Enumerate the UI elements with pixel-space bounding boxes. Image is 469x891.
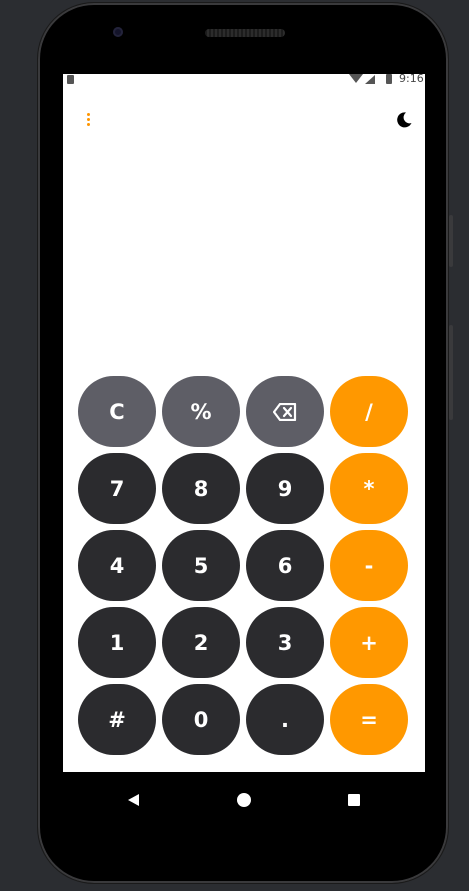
divide-button[interactable]: /	[330, 376, 408, 447]
digit-6-label: 6	[277, 553, 293, 578]
percent-label: %	[190, 399, 212, 424]
earpiece-speaker	[205, 29, 285, 37]
back-triangle-icon[interactable]	[128, 794, 139, 806]
digit-5-button[interactable]: 5	[162, 530, 240, 601]
moon-icon[interactable]	[395, 111, 413, 129]
status-bar: 9:16	[63, 74, 425, 86]
decimal-label: .	[281, 707, 289, 732]
digit-5-label: 5	[193, 553, 209, 578]
digit-0-label: 0	[193, 707, 209, 732]
digit-2-label: 2	[193, 630, 209, 655]
equals-button[interactable]: =	[330, 684, 408, 755]
expression-text	[79, 154, 409, 188]
digit-3-button[interactable]: 3	[246, 607, 324, 678]
recents-square-icon[interactable]	[348, 794, 360, 806]
digit-8-button[interactable]: 8	[162, 453, 240, 524]
signal-icon	[365, 75, 375, 84]
add-label: +	[360, 630, 378, 655]
battery-icon	[386, 74, 392, 84]
sim-icon	[67, 75, 74, 84]
front-camera	[113, 27, 123, 37]
digit-9-label: 9	[277, 476, 293, 501]
backspace-button[interactable]	[246, 376, 324, 447]
clear-label: C	[109, 399, 125, 424]
digit-7-button[interactable]: 7	[78, 453, 156, 524]
keypad: C% / 7 8 9 * 4 5 6 - 1 2 3 + #0. =	[78, 376, 410, 755]
digit-0-button[interactable]: 0	[162, 684, 240, 755]
digit-3-label: 3	[277, 630, 293, 655]
hash-label: #	[108, 707, 126, 732]
digit-4-label: 4	[109, 553, 125, 578]
digit-4-button[interactable]: 4	[78, 530, 156, 601]
digit-1-label: 1	[109, 630, 125, 655]
clear-button[interactable]: C	[78, 376, 156, 447]
hash-button[interactable]: #	[78, 684, 156, 755]
decimal-button[interactable]: .	[246, 684, 324, 755]
result-text	[79, 188, 409, 240]
home-circle-icon[interactable]	[237, 793, 251, 807]
power-button	[449, 215, 453, 267]
volume-button	[449, 325, 453, 420]
backspace-icon	[273, 402, 297, 421]
digit-8-label: 8	[193, 476, 209, 501]
equals-label: =	[360, 707, 378, 732]
app-screen: 9:16 C% / 7 8 9 * 4 5 6 - 1 2 3 + #0. =	[63, 74, 425, 772]
digit-7-label: 7	[109, 476, 125, 501]
multiply-button[interactable]: *	[330, 453, 408, 524]
digit-9-button[interactable]: 9	[246, 453, 324, 524]
digit-2-button[interactable]: 2	[162, 607, 240, 678]
wifi-icon	[349, 74, 363, 83]
digit-6-button[interactable]: 6	[246, 530, 324, 601]
system-nav-bar	[63, 772, 425, 828]
add-button[interactable]: +	[330, 607, 408, 678]
multiply-label: *	[363, 476, 375, 501]
divide-label: /	[365, 399, 373, 424]
subtract-label: -	[364, 553, 374, 578]
subtract-button[interactable]: -	[330, 530, 408, 601]
more-vert-icon[interactable]	[85, 113, 91, 129]
digit-1-button[interactable]: 1	[78, 607, 156, 678]
percent-button[interactable]: %	[162, 376, 240, 447]
status-time: 9:16	[399, 74, 424, 85]
calculator-display	[79, 154, 409, 354]
